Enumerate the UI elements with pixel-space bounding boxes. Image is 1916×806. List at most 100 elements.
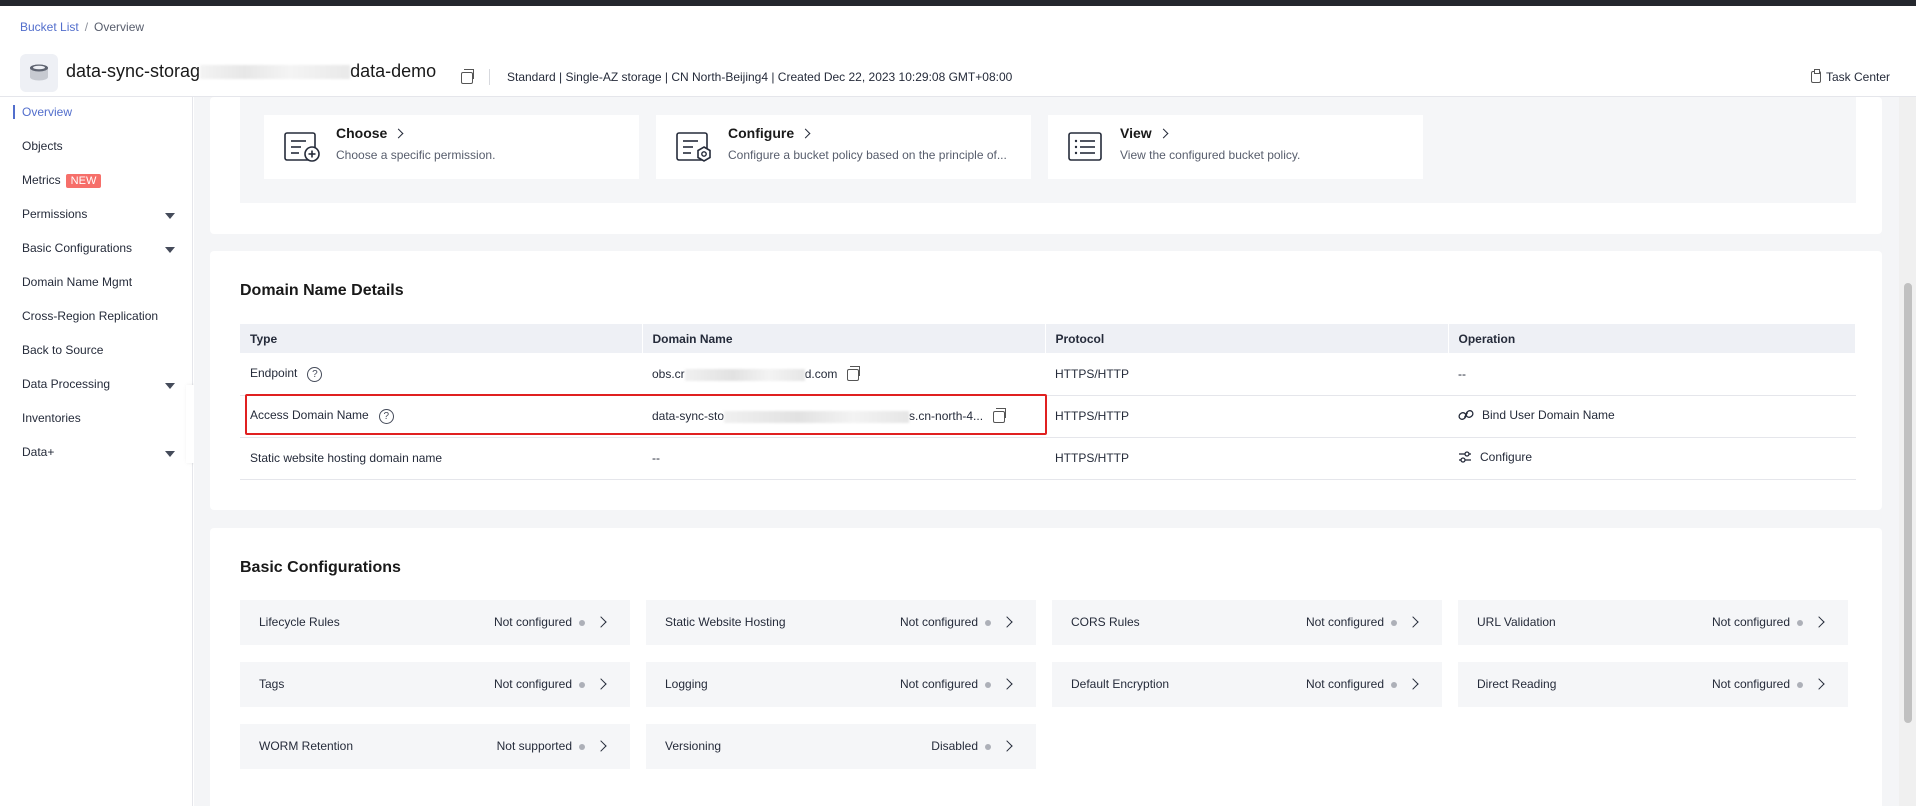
- help-icon[interactable]: ?: [307, 366, 323, 382]
- view-policy-card[interactable]: View View the configured bucket policy.: [1048, 115, 1423, 179]
- sidebar-item-overview[interactable]: Overview: [22, 105, 72, 119]
- configure-title: Configure: [728, 125, 811, 141]
- protocol-cell: HTTPS/HTTP: [1045, 395, 1448, 438]
- configure-policy-card[interactable]: Configure Configure a bucket policy base…: [656, 115, 1031, 179]
- chevron-right-icon: [1813, 678, 1825, 690]
- domain-text-end: s.cn-north-4...: [909, 409, 984, 423]
- task-center-button[interactable]: Task Center: [1810, 69, 1890, 84]
- permissions-card: Choose Choose a specific permission. Con…: [210, 97, 1882, 234]
- breadcrumb-current: Overview: [94, 20, 145, 34]
- url-validation-tile[interactable]: URL Validation Not configured: [1458, 600, 1848, 645]
- tile-label: Lifecycle Rules: [259, 615, 340, 629]
- bind-user-domain-label: Bind User Domain Name: [1482, 408, 1615, 422]
- configure-label: Configure: [1480, 450, 1533, 464]
- operation-cell: Bind User Domain Name: [1448, 395, 1856, 438]
- chevron-down-icon[interactable]: [165, 213, 175, 219]
- lifecycle-rules-tile[interactable]: Lifecycle Rules Not configured: [240, 600, 630, 645]
- redacted-text: [724, 410, 910, 423]
- tile-status: Not configured: [1711, 615, 1790, 629]
- new-badge: NEW: [65, 174, 102, 188]
- static-website-hosting-tile[interactable]: Static Website Hosting Not configured: [646, 600, 1036, 645]
- bucket-name-prefix: data-sync-storag: [66, 61, 201, 81]
- choose-permission-card[interactable]: Choose Choose a specific permission.: [264, 115, 639, 179]
- chevron-right-icon: [1001, 678, 1013, 690]
- chevron-right-icon: [1407, 616, 1419, 628]
- worm-retention-tile[interactable]: WORM Retention Not supported: [240, 724, 630, 769]
- sidebar-item-metrics[interactable]: Metrics NEW: [22, 173, 102, 188]
- logging-tile[interactable]: Logging Not configured: [646, 662, 1036, 707]
- domain-cell: data-sync-sto s.cn-north-4...: [642, 395, 1045, 438]
- bind-user-domain-link[interactable]: Bind User Domain Name: [1458, 408, 1615, 422]
- copy-icon[interactable]: [461, 69, 474, 84]
- breadcrumb-bucket-list[interactable]: Bucket List: [20, 20, 79, 34]
- vertical-scrollbar[interactable]: [1899, 97, 1916, 806]
- status-dot: [1797, 682, 1803, 688]
- versioning-tile[interactable]: Versioning Disabled: [646, 724, 1036, 769]
- clipboard-icon: [1810, 69, 1821, 83]
- sidebar-item-data-processing[interactable]: Data Processing: [22, 377, 110, 391]
- tile-status: Not configured: [899, 677, 978, 691]
- cors-rules-tile[interactable]: CORS Rules Not configured: [1052, 600, 1442, 645]
- tile-label: Default Encryption: [1071, 677, 1170, 691]
- basic-configurations-title: Basic Configurations: [240, 559, 401, 576]
- domain-details-card: Domain Name Details Type Domain Name Pro…: [210, 251, 1882, 510]
- sliders-icon: [1459, 451, 1471, 463]
- chevron-down-icon[interactable]: [165, 247, 175, 253]
- type-cell: Static website hosting domain name: [240, 437, 642, 480]
- sidebar-item-label: Metrics: [22, 173, 61, 187]
- help-icon[interactable]: ?: [378, 409, 394, 424]
- table-row: Access Domain Name? data-sync-sto s.cn-no…: [240, 395, 1856, 438]
- scrollbar-thumb[interactable]: [1904, 283, 1912, 723]
- sidebar-item-cross-region-replication[interactable]: Cross-Region Replication: [22, 309, 158, 323]
- bucket-meta: Standard | Single-AZ storage | CN North-…: [507, 70, 1013, 84]
- sidebar-item-back-to-source[interactable]: Back to Source: [22, 343, 103, 357]
- tile-status: Not configured: [1305, 677, 1384, 691]
- choose-label: Choose: [336, 125, 388, 141]
- tile-status: Not configured: [899, 615, 978, 629]
- sidebar-item-domain-name-mgmt[interactable]: Domain Name Mgmt: [22, 275, 132, 289]
- domain-table: Type Domain Name Protocol Operation Endp…: [240, 324, 1856, 480]
- tile-label: Direct Reading: [1477, 677, 1557, 691]
- domain-text-start: data-sync-sto: [652, 409, 725, 423]
- sidebar-item-permissions[interactable]: Permissions: [22, 207, 87, 221]
- status-dot: [1391, 620, 1397, 626]
- chevron-down-icon[interactable]: [165, 451, 175, 457]
- domain-cell: obs.cr d.com: [642, 353, 1045, 396]
- chevron-right-icon: [1001, 740, 1013, 752]
- chevron-right-icon: [1407, 678, 1419, 690]
- sidebar-item-data-plus[interactable]: Data+: [22, 445, 54, 459]
- chevron-right-icon: [595, 616, 607, 628]
- configure-label: Configure: [728, 125, 795, 141]
- sidebar-item-inventories[interactable]: Inventories: [22, 411, 81, 425]
- tags-tile[interactable]: Tags Not configured: [240, 662, 630, 707]
- type-text: Endpoint: [250, 365, 298, 380]
- redacted-text: [200, 65, 351, 80]
- domain-details-title: Domain Name Details: [240, 282, 404, 299]
- chevron-down-icon[interactable]: [165, 383, 175, 389]
- tile-label: Versioning: [665, 739, 722, 753]
- chevron-right-icon: [393, 128, 404, 139]
- chevron-right-icon: [595, 740, 607, 752]
- tile-label: CORS Rules: [1071, 615, 1140, 629]
- copy-icon[interactable]: [847, 365, 861, 381]
- tile-label: Logging: [665, 677, 708, 691]
- configure-link[interactable]: Configure: [1458, 450, 1532, 464]
- bucket-name: data-sync-storag data-demo: [66, 61, 436, 82]
- sidebar-item-basic-configurations[interactable]: Basic Configurations: [22, 241, 132, 255]
- direct-reading-tile[interactable]: Direct Reading Not configured: [1458, 662, 1848, 707]
- type-text: Access Domain Name: [250, 408, 369, 422]
- basic-configurations-card: Basic Configurations Lifecycle Rules Not …: [210, 528, 1882, 806]
- breadcrumb-separator: /: [84, 20, 89, 34]
- chevron-right-icon: [800, 128, 811, 139]
- table-header-row: Type Domain Name Protocol Operation: [240, 324, 1856, 353]
- tile-status: Disabled: [931, 739, 978, 753]
- copy-icon[interactable]: [993, 407, 1007, 423]
- bucket-icon: [20, 54, 58, 92]
- tile-status: Not supported: [496, 739, 572, 753]
- tile-status: Not configured: [1305, 615, 1384, 629]
- list-add-icon: [284, 132, 320, 162]
- page-header: Bucket List / Overview data-sync-storag dat…: [0, 6, 1916, 97]
- list-settings-icon: [676, 132, 711, 162]
- default-encryption-tile[interactable]: Default Encryption Not configured: [1052, 662, 1442, 707]
- sidebar-item-objects[interactable]: Objects: [22, 139, 63, 153]
